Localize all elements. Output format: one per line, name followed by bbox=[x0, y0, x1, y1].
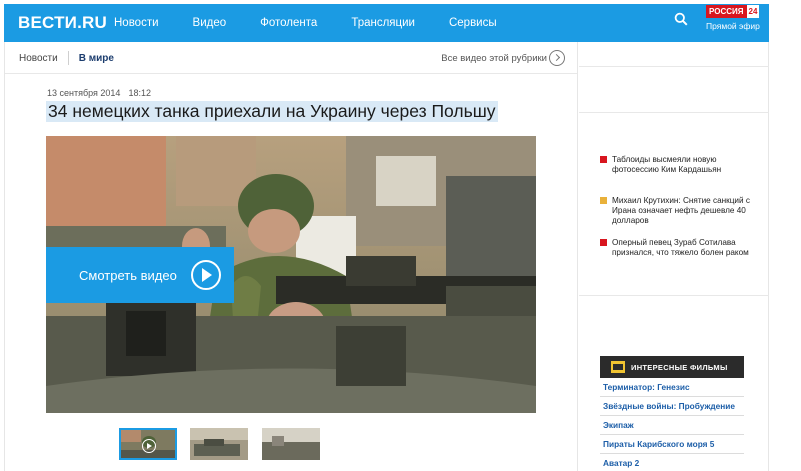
channel-number: 24 bbox=[746, 5, 760, 18]
news-tag-icon bbox=[600, 239, 607, 246]
side-news-item-1[interactable]: Таблоиды высмеяли новую фотосессию Ким К… bbox=[600, 155, 750, 175]
breadcrumb: Новости В мире Все видео этой рубрики bbox=[5, 43, 577, 74]
chevron-right-icon[interactable] bbox=[549, 50, 565, 66]
breadcrumb-world[interactable]: В мире bbox=[79, 53, 114, 64]
thumbnail-image bbox=[262, 428, 320, 460]
breadcrumb-divider bbox=[67, 51, 69, 65]
watch-video-label: Смотреть видео bbox=[79, 267, 177, 283]
nav-item-video[interactable]: Видео bbox=[193, 17, 227, 29]
article-date: 13 сентября 2014 bbox=[47, 88, 121, 98]
top-nav-bar: ВЕСТИ.RU Новости Видео Фотолента Трансля… bbox=[4, 4, 769, 42]
nav-item-broadcasts[interactable]: Трансляции bbox=[351, 17, 415, 29]
film-link-1[interactable]: Терминатор: Генезис bbox=[600, 378, 744, 397]
film-link-5[interactable]: Аватар 2 bbox=[600, 454, 744, 471]
channel-logo: РОССИЯ 24 bbox=[706, 5, 762, 18]
video-thumbnail-2[interactable] bbox=[190, 428, 248, 460]
side-news-text: Михаил Крутихин: Снятие санкций с Ирана … bbox=[612, 196, 750, 225]
film-link-4[interactable]: Пираты Карибского моря 5 bbox=[600, 435, 744, 454]
films-header: ИНТЕРЕСНЫЕ ФИЛЬМЫ bbox=[600, 356, 744, 378]
film-icon bbox=[611, 361, 625, 373]
side-news-text: Таблоиды высмеяли новую фотосессию Ким К… bbox=[612, 155, 722, 174]
all-videos-link[interactable]: Все видео этой рубрики bbox=[441, 53, 547, 64]
article-headline: 34 немецких танка приехали на Украину че… bbox=[46, 101, 498, 122]
divider bbox=[579, 66, 769, 67]
page: ВЕСТИ.RU Новости Видео Фотолента Трансля… bbox=[0, 0, 801, 471]
film-link-3[interactable]: Экипаж bbox=[600, 416, 744, 435]
play-icon bbox=[142, 439, 156, 453]
divider bbox=[579, 295, 769, 296]
nav-item-photo[interactable]: Фотолента bbox=[260, 17, 317, 29]
thumbnail-image bbox=[190, 428, 248, 460]
nav-item-news[interactable]: Новости bbox=[114, 17, 159, 29]
nav-item-services[interactable]: Сервисы bbox=[449, 17, 497, 29]
live-channel-link[interactable]: РОССИЯ 24 Прямой эфир bbox=[706, 5, 762, 33]
divider bbox=[579, 112, 769, 113]
channel-name: РОССИЯ bbox=[706, 5, 747, 18]
side-news-item-2[interactable]: Михаил Крутихин: Снятие санкций с Ирана … bbox=[600, 196, 750, 226]
play-icon bbox=[191, 260, 221, 290]
video-thumbnail-3[interactable] bbox=[262, 428, 320, 460]
news-tag-icon bbox=[600, 156, 607, 163]
interesting-films-widget: ИНТЕРЕСНЫЕ ФИЛЬМЫ Терминатор: Генезис Зв… bbox=[600, 356, 744, 471]
side-news-text: Оперный певец Зураб Сотилава признался, … bbox=[612, 238, 749, 257]
film-link-2[interactable]: Звёздные войны: Пробуждение bbox=[600, 397, 744, 416]
breadcrumb-news[interactable]: Новости bbox=[5, 53, 58, 64]
main-nav: Новости Видео Фотолента Трансляции Серви… bbox=[108, 17, 531, 29]
article-datetime: 13 сентября 2014 18:12 bbox=[47, 88, 151, 98]
films-title: ИНТЕРЕСНЫЕ ФИЛЬМЫ bbox=[631, 362, 728, 372]
site-logo[interactable]: ВЕСТИ.RU bbox=[18, 13, 108, 33]
news-tag-icon bbox=[600, 197, 607, 204]
watch-video-button[interactable]: Смотреть видео bbox=[46, 247, 234, 303]
video-thumbnail-1[interactable] bbox=[119, 428, 177, 460]
side-news-item-3[interactable]: Оперный певец Зураб Сотилава признался, … bbox=[600, 238, 750, 258]
live-label: Прямой эфир bbox=[706, 21, 760, 31]
search-icon[interactable] bbox=[674, 12, 688, 26]
article-time: 18:12 bbox=[128, 88, 151, 98]
